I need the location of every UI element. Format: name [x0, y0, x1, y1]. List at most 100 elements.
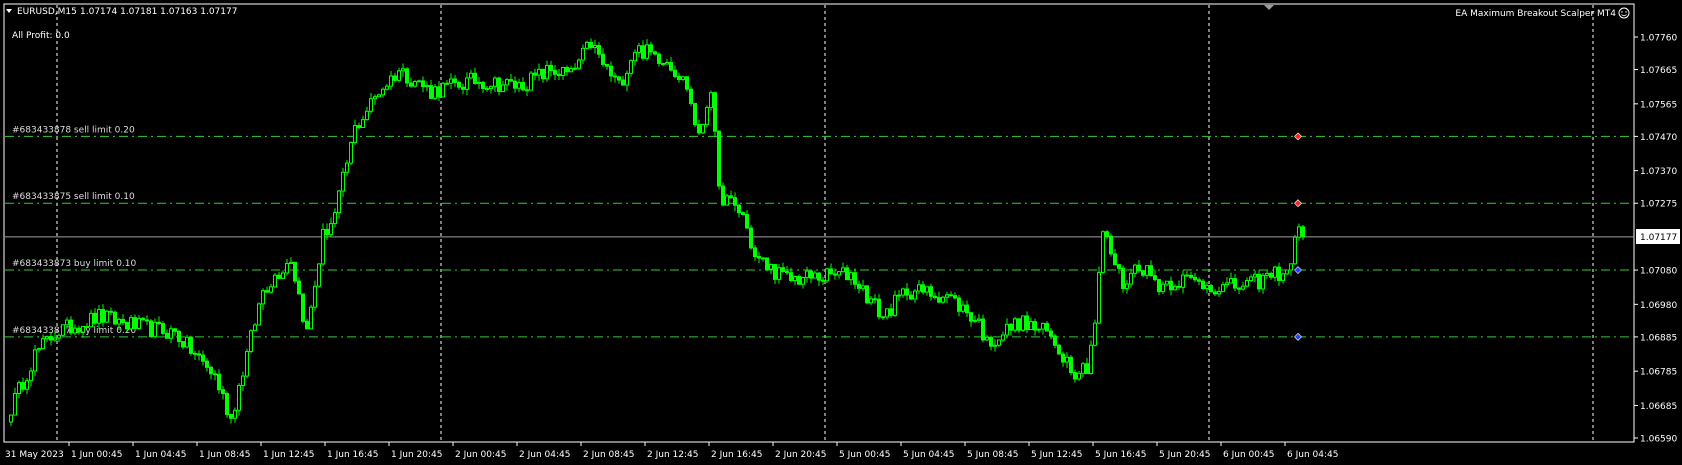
candle	[161, 321, 165, 336]
candle-body-bear	[1237, 287, 1241, 290]
candle-body-bull	[317, 263, 321, 287]
candle-body-bear	[157, 321, 161, 325]
candle-body-bear	[149, 320, 153, 338]
candle-body-bear	[205, 360, 209, 368]
candle-body-bear	[1073, 372, 1077, 380]
candle-body-bull	[941, 296, 945, 303]
price-chart[interactable]: #683433878 sell limit 0.20 #683433875 sel…	[0, 0, 1682, 465]
candle-body-bull	[17, 382, 21, 394]
candle-body-bear	[113, 311, 117, 325]
candle	[293, 261, 297, 284]
candle-body-bull	[1241, 285, 1245, 290]
candle-body-bear	[1233, 278, 1237, 289]
candle-body-bear	[865, 285, 869, 304]
candle-body-bull	[501, 84, 505, 93]
candle-body-bear	[1213, 291, 1217, 295]
candle-body-bull	[569, 67, 573, 73]
candle-body-bull	[593, 44, 597, 49]
order-label: #683433873 buy limit 0.10	[12, 259, 137, 269]
candle-body-bull	[573, 67, 577, 70]
candle-body-bear	[301, 293, 305, 322]
candle-body-bull	[709, 92, 713, 109]
candle-body-bear	[697, 124, 701, 134]
candle-body-bull	[273, 274, 277, 288]
candle	[149, 319, 153, 338]
candle-body-bull	[945, 294, 949, 298]
candle-body-bear	[177, 330, 181, 343]
candle-body-bull	[153, 321, 157, 338]
candle-body-bull	[645, 44, 649, 59]
candle	[1097, 266, 1101, 325]
candle-body-bull	[1281, 273, 1285, 281]
candle-body-bull	[241, 375, 245, 386]
candle-body-bear	[213, 373, 217, 376]
candle-body-bull	[537, 68, 541, 76]
candle	[529, 70, 533, 91]
candle-body-bear	[101, 309, 105, 323]
candle-body-bear	[525, 89, 529, 92]
time-tick-label: 2 Jun 00:45	[455, 450, 506, 460]
candle-body-bull	[1129, 272, 1133, 285]
candle-body-bear	[757, 256, 761, 259]
candle	[273, 272, 277, 288]
time-tick-label: 5 Jun 00:45	[839, 450, 890, 460]
time-tick-label: 1 Jun 00:45	[71, 450, 122, 460]
candle	[185, 334, 189, 349]
candle-body-bear	[481, 81, 485, 89]
time-tick-label: 6 Jun 00:45	[1223, 450, 1274, 460]
candle-body-bull	[341, 171, 345, 192]
time-tick-label: 1 Jun 16:45	[327, 450, 378, 460]
candle-body-bull	[893, 294, 897, 316]
candle-body-bear	[165, 332, 169, 339]
candle-body-bear	[93, 312, 97, 324]
candle-body-bear	[1169, 280, 1173, 291]
candle-body-bear	[1009, 323, 1013, 331]
candle-body-bear	[1193, 276, 1197, 281]
candle-body-bear	[21, 382, 25, 390]
candle-body-bull	[1125, 283, 1129, 289]
candle-body-bull	[309, 306, 313, 330]
candle-body-bear	[833, 273, 837, 276]
candle-body-bull	[61, 324, 65, 336]
candle-body-bull	[353, 125, 357, 143]
candle-body-bear	[1153, 275, 1157, 281]
candle-body-bull	[237, 384, 241, 411]
candle	[237, 383, 241, 416]
candle-body-bull	[441, 82, 445, 98]
candle-body-bear	[753, 247, 757, 258]
candle-body-bull	[793, 275, 797, 281]
candle-body-bear	[873, 298, 877, 301]
candle-body-bull	[313, 285, 317, 308]
candle-body-bull	[365, 110, 369, 121]
candle-body-bull	[705, 107, 709, 125]
candle	[701, 123, 705, 135]
candle-body-bear	[965, 304, 969, 314]
time-tick-label: 1 Jun 08:45	[199, 450, 250, 460]
candle-body-bull	[901, 288, 905, 296]
candle-body-bull	[1093, 322, 1097, 346]
candle-body-bull	[561, 67, 565, 76]
price-tick-label: 1.07565	[1640, 100, 1677, 110]
candle-body-bear	[933, 295, 937, 299]
candle-body-bear	[405, 68, 409, 84]
candle-body-bull	[37, 348, 41, 351]
candle-body-bull	[321, 228, 325, 265]
candle-body-bear	[85, 326, 89, 329]
candle-body-bear	[1057, 344, 1061, 355]
price-tick-label: 1.07275	[1640, 200, 1677, 210]
candle-body-bear	[789, 272, 793, 281]
candle-body-bull	[1065, 356, 1069, 363]
candle-body-bear	[69, 319, 73, 334]
time-tick-label: 5 Jun 08:45	[967, 450, 1018, 460]
candle-body-bear	[733, 197, 737, 206]
candle-body-bull	[29, 370, 33, 382]
candle-body-bear	[601, 53, 605, 65]
price-tick-label: 1.07665	[1640, 66, 1677, 76]
candle-body-bear	[673, 69, 677, 77]
candle-body-bull	[1293, 236, 1297, 265]
candle-body-bull	[1077, 372, 1081, 380]
candle-body-bear	[685, 76, 689, 90]
candle-body-bear	[1061, 353, 1065, 363]
candle-body-bull	[813, 272, 817, 279]
candle-body-bear	[881, 316, 885, 319]
